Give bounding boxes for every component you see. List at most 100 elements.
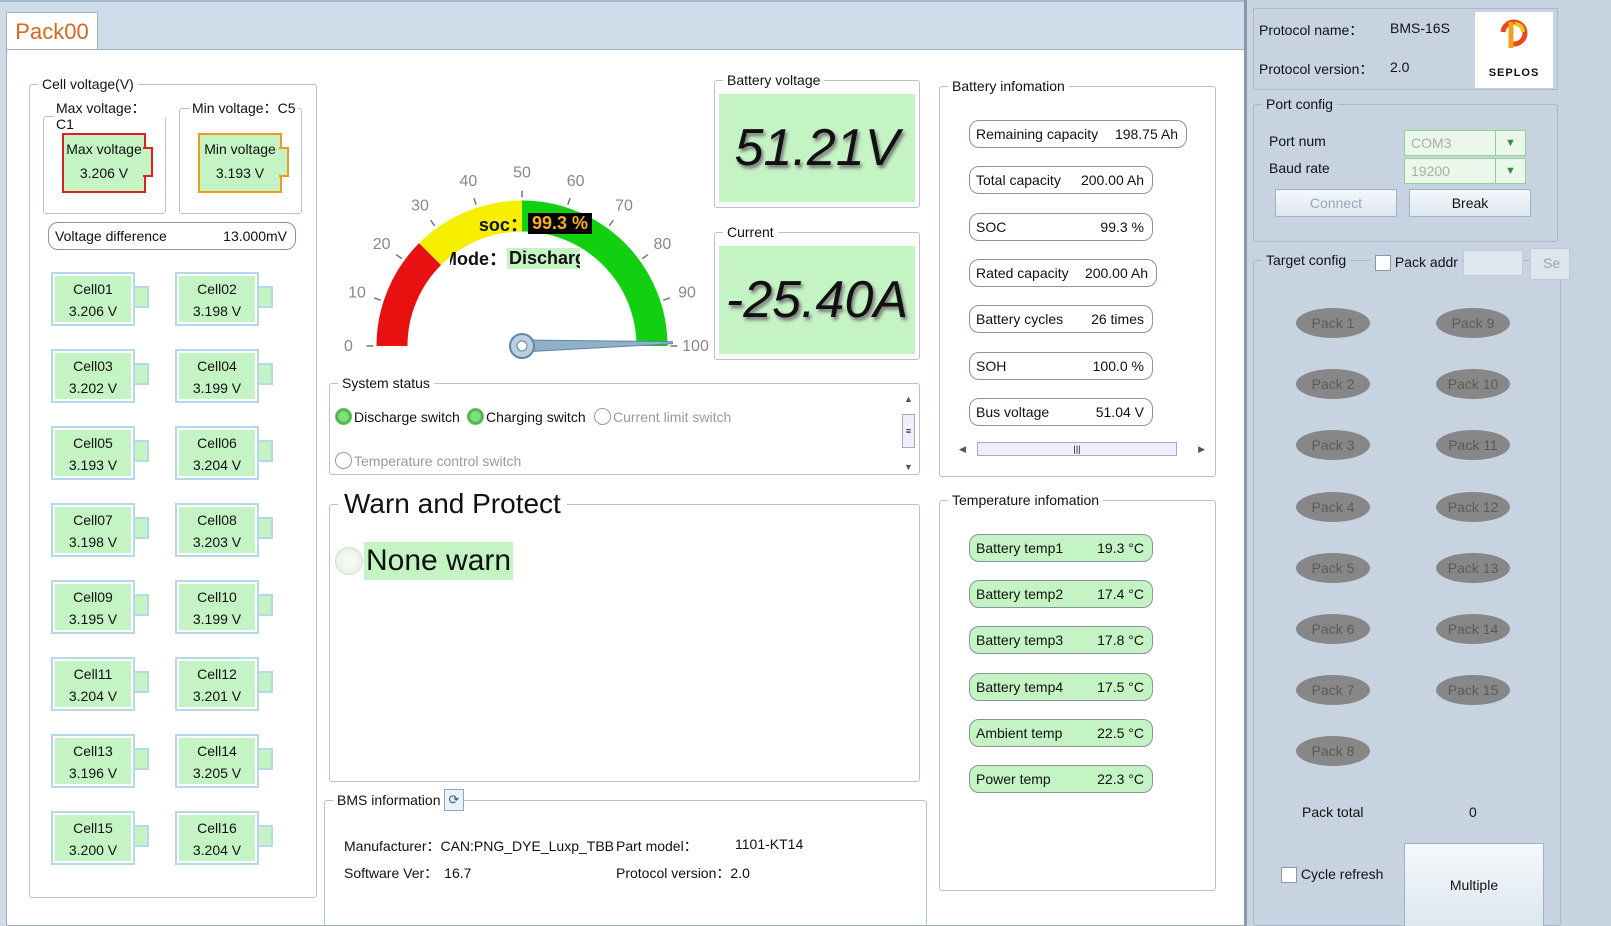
cell-fill: Cell09 3.195 V (55, 584, 131, 630)
scroll-right-icon[interactable]: ▶ (1198, 440, 1205, 458)
temperature-control-switch-label: Temperature control switch (354, 452, 522, 469)
control-panel: Protocol name： BMS-16S Protocol version：… (1244, 0, 1611, 926)
temperature-row: Battery temp1 19.3 °C (969, 534, 1153, 562)
pack-button-14[interactable]: Pack 14 (1436, 614, 1510, 644)
cell-terminal (257, 440, 273, 462)
pack-button-12[interactable]: Pack 12 (1436, 491, 1510, 522)
max-voltage-nub (143, 147, 153, 177)
port-num-value: COM3 (1411, 135, 1452, 151)
pack-button-10[interactable]: Pack 10 (1436, 369, 1510, 400)
refresh-icon[interactable]: ⟳ (444, 789, 464, 811)
cell-value: 3.205 V (192, 765, 242, 781)
cell-name: Cell01 (73, 281, 113, 297)
cell-value: 3.198 V (68, 534, 118, 550)
battery-info-hscrollbar[interactable]: ◀ ||| ▶ (957, 440, 1215, 458)
connect-button[interactable]: Connect (1275, 189, 1397, 217)
pack-button-7[interactable]: Pack 7 (1296, 675, 1370, 706)
cell-fill: Cell02 3.198 V (179, 276, 255, 322)
cell-name: Cell13 (73, 743, 113, 759)
cell-terminal (133, 825, 149, 847)
cell-01: Cell01 3.206 V (51, 272, 149, 326)
cell-fill: Cell05 3.193 V (55, 430, 131, 476)
multiple-button[interactable]: Multiple (1404, 843, 1544, 926)
pack-button-2[interactable]: Pack 2 (1296, 369, 1370, 400)
gauge-tick-label: 60 (567, 173, 585, 190)
temperature-control-switch-led (335, 452, 352, 469)
cell-voltage-title: Cell voltage(V) (42, 76, 134, 92)
cell-body: Cell12 3.201 V (175, 657, 259, 711)
scroll-up-icon[interactable]: ▲ (899, 394, 918, 412)
protocol-version-value: 2.0 (1390, 59, 1410, 75)
cell-name: Cell08 (197, 512, 237, 528)
set-button[interactable]: Se (1530, 248, 1570, 280)
gauge-tick (395, 253, 403, 260)
cell-07: Cell07 3.198 V (51, 503, 149, 557)
chevron-down-icon[interactable]: ▼ (1495, 159, 1525, 183)
chevron-down-icon[interactable]: ▼ (1495, 131, 1525, 155)
baud-rate-value: 19200 (1411, 163, 1450, 179)
charging-switch-label: Charging switch (486, 408, 586, 425)
temperature-label: Battery temp1 (976, 540, 1064, 556)
min-voltage-value: 3.193 V (215, 165, 265, 181)
cell-fill: Cell15 3.200 V (55, 815, 131, 861)
cell-terminal (133, 440, 149, 462)
pack-button-6[interactable]: Pack 6 (1296, 614, 1370, 644)
cell-body: Cell05 3.193 V (51, 426, 135, 480)
gauge-tick (567, 197, 571, 205)
battery-voltage-display: 51.21V (719, 94, 915, 202)
cell-value: 3.198 V (192, 303, 242, 319)
port-num-select[interactable]: COM3 ▼ (1404, 130, 1526, 156)
scroll-down-icon[interactable]: ▼ (899, 462, 918, 472)
pack-button-15[interactable]: Pack 15 (1436, 675, 1510, 706)
break-button[interactable]: Break (1409, 189, 1531, 217)
cell-body: Cell08 3.203 V (175, 503, 259, 557)
cell-value: 3.196 V (68, 765, 118, 781)
current-limit-switch-label: Current limit switch (613, 408, 732, 425)
temperature-row: Battery temp3 17.8 °C (969, 626, 1153, 655)
protocol-version-value: 2.0 (730, 865, 750, 881)
hscroll-thumb[interactable]: ||| (977, 442, 1177, 456)
charging-switch-led (467, 408, 484, 425)
pack-button-1[interactable]: Pack 1 (1296, 308, 1370, 338)
cell-body: Cell15 3.200 V (51, 811, 135, 865)
cell-body: Cell14 3.205 V (175, 734, 259, 788)
battery-info-label: Battery cycles (976, 311, 1064, 328)
pack-button-4[interactable]: Pack 4 (1296, 491, 1370, 522)
pack-addr-check[interactable] (1375, 255, 1391, 272)
gauge-needle-pin (516, 340, 528, 352)
gauge-tick-label: 40 (459, 173, 477, 190)
warn-protect-title: Warn and Protect (344, 488, 561, 519)
scroll-thumb[interactable]: ≡ (902, 414, 915, 448)
pack-button-9[interactable]: Pack 9 (1436, 308, 1510, 338)
cell-terminal (133, 517, 149, 539)
battery-voltage-title: Battery voltage (727, 72, 821, 88)
cycle-refresh-label: Cycle refresh (1300, 866, 1384, 882)
cell-name: Cell09 (73, 589, 113, 605)
cell-fill: Cell06 3.204 V (179, 430, 255, 476)
temperature-row: Battery temp4 17.5 °C (969, 672, 1153, 701)
pack-button-5[interactable]: Pack 5 (1296, 552, 1370, 583)
scroll-left-icon[interactable]: ◀ (959, 440, 966, 458)
part-model-label: Part model： (616, 838, 698, 854)
cell-name: Cell12 (197, 666, 237, 682)
cell-name: Cell02 (197, 281, 237, 297)
pack-addr-checkbox[interactable]: Pack addr (1371, 254, 1462, 272)
temperature-row: Power temp 22.3 °C (969, 765, 1153, 793)
tab-pack00[interactable]: Pack00 (6, 12, 98, 50)
gauge-tick-label: 30 (411, 198, 429, 215)
cell-fill: Cell14 3.205 V (179, 738, 255, 784)
battery-info-row: Rated capacity 200.00 Ah (969, 258, 1157, 287)
cycle-refresh-check[interactable] (1281, 867, 1297, 884)
temperature-label: Ambient temp (976, 724, 1063, 741)
cell-name: Cell10 (197, 589, 237, 605)
pack-button-13[interactable]: Pack 13 (1436, 552, 1510, 583)
system-status-scrollbar[interactable]: ▲ ≡ ▼ (899, 394, 918, 472)
pack-addr-input[interactable] (1463, 250, 1523, 276)
warn-protect-group: Warn and Protect (329, 488, 920, 782)
baud-rate-select[interactable]: 19200 ▼ (1404, 158, 1526, 184)
max-voltage-value: 3.206 V (79, 165, 129, 181)
min-voltage-cell: Min voltage 3.193 V (198, 133, 282, 193)
cycle-refresh-checkbox[interactable]: Cycle refresh (1281, 866, 1384, 884)
main-panel: Cell voltage(V) Max voltage：C1 Min volta… (6, 49, 1278, 926)
gauge-tick (641, 253, 649, 260)
